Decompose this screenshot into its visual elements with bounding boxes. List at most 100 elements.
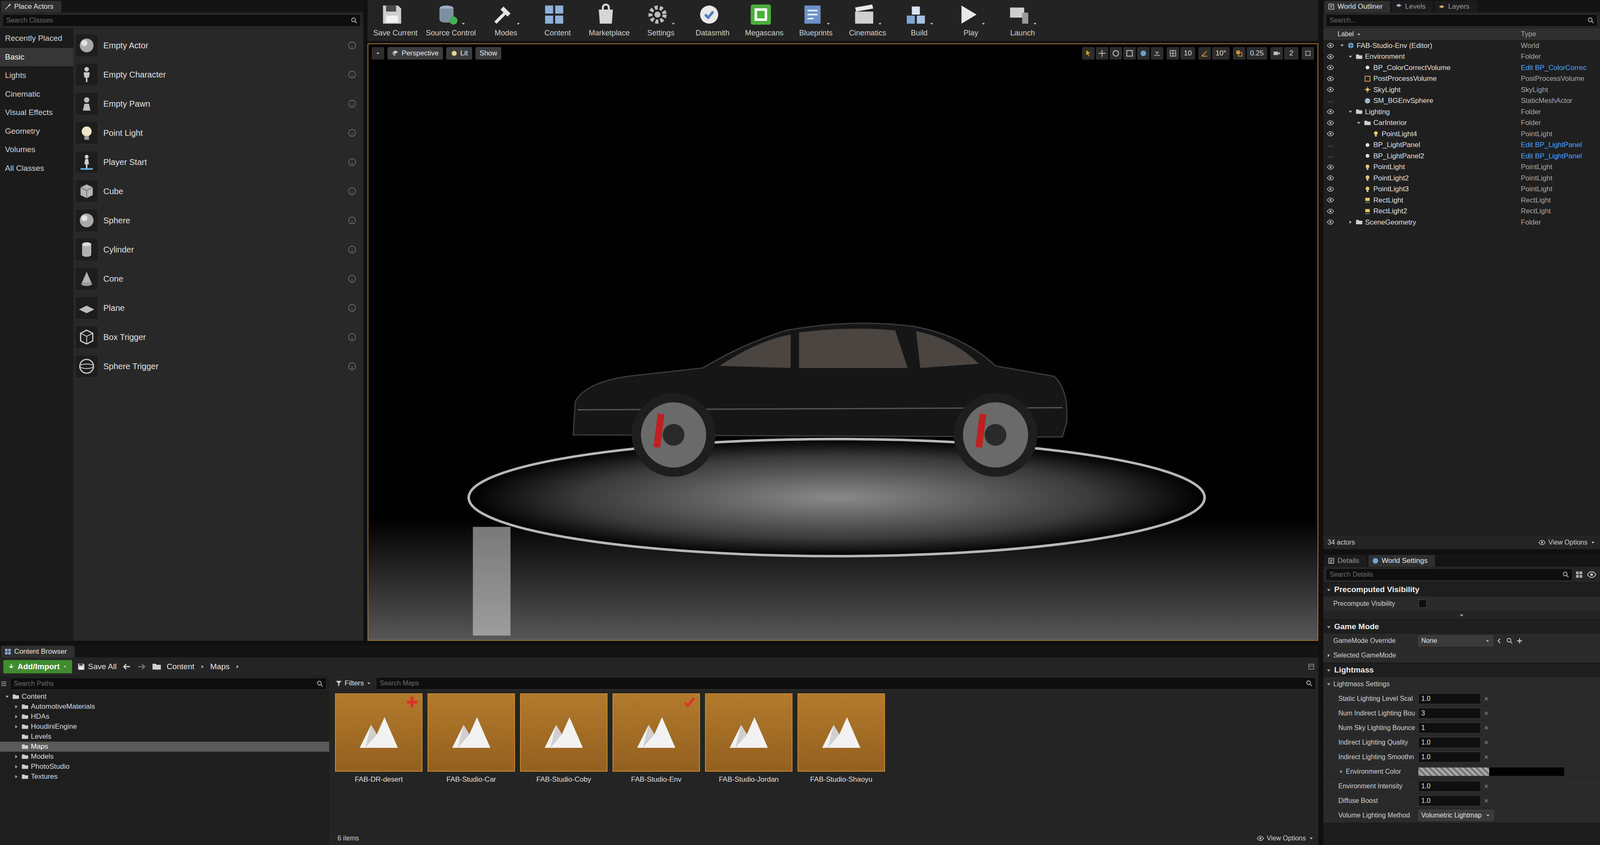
snap-toggle[interactable] <box>1166 47 1180 60</box>
outliner-row[interactable]: CarInteriorFolder <box>1323 117 1600 129</box>
tool-button[interactable] <box>1137 47 1150 60</box>
edit-blueprint-link[interactable]: Edit BP_LightPanel <box>1520 139 1600 151</box>
outliner-tab[interactable]: Layers <box>1434 0 1477 13</box>
outliner-row[interactable]: PostProcessVolumePostProcessVolume <box>1323 73 1600 85</box>
view-mode-button[interactable]: Perspective <box>387 47 443 60</box>
snap-value[interactable]: 10 <box>1180 47 1195 60</box>
snap-value[interactable]: 0.25 <box>1246 47 1268 60</box>
folder-item[interactable]: AutomotiveMaterials <box>0 701 330 712</box>
expand-toggle[interactable] <box>1347 53 1354 60</box>
actor-item[interactable]: Cube <box>75 176 360 206</box>
number-field[interactable] <box>1418 780 1481 792</box>
outliner-row[interactable]: LightingFolder <box>1323 106 1600 118</box>
content-browser-tab[interactable]: Content Browser <box>0 645 75 658</box>
category-item[interactable]: Visual Effects <box>0 103 74 123</box>
outliner-row[interactable]: EnvironmentFolder <box>1323 51 1600 63</box>
expand-toggle[interactable] <box>1355 120 1362 126</box>
path-search-input[interactable] <box>10 678 317 689</box>
folder-item[interactable]: Textures <box>0 771 330 782</box>
expand-toggle[interactable] <box>1347 219 1354 225</box>
expand-toggle[interactable] <box>13 703 20 710</box>
folder-item[interactable]: HDAs <box>0 711 330 722</box>
toolbar-button[interactable]: Launch <box>997 0 1048 41</box>
asset-tile[interactable]: FAB-Studio-Coby <box>520 693 608 785</box>
actor-item[interactable]: Empty Character <box>75 60 360 90</box>
expand-toggle[interactable] <box>13 753 20 760</box>
type-column-header[interactable]: Type <box>1520 28 1600 40</box>
expand-toggle[interactable] <box>1325 652 1332 659</box>
folder-item[interactable]: HoudiniEngine <box>0 721 330 732</box>
actor-item[interactable]: Cone <box>75 264 360 294</box>
visibility-toggle[interactable] <box>1323 174 1338 182</box>
visibility-toggle[interactable] <box>1323 185 1338 193</box>
category-item[interactable]: Cinematic <box>0 85 74 104</box>
visibility-toggle[interactable] <box>1323 41 1338 50</box>
section-header[interactable]: Precomputed Visibility <box>1323 582 1600 597</box>
view-options-button[interactable]: View Options <box>1538 537 1596 548</box>
outliner-row[interactable]: BP_LightPanel2Edit BP_LightPanel <box>1323 150 1600 162</box>
color-swatch[interactable] <box>1418 767 1565 776</box>
snap-value[interactable]: 2 <box>1284 47 1299 60</box>
visibility-toggle[interactable] <box>1323 130 1338 138</box>
number-field[interactable] <box>1418 707 1481 719</box>
section-header[interactable]: Game Mode <box>1323 619 1600 634</box>
number-field[interactable] <box>1418 737 1481 748</box>
asset-tile[interactable]: FAB-DR-desert <box>335 693 423 785</box>
toolbar-button[interactable]: Save Current <box>370 0 421 41</box>
section-header[interactable]: Lightmass <box>1323 662 1600 678</box>
toolbar-button[interactable]: Datasmith <box>687 0 738 41</box>
category-item[interactable]: Geometry <box>0 122 74 141</box>
outliner-row[interactable]: PointLight2PointLight <box>1323 172 1600 184</box>
actor-item[interactable]: Cylinder <box>75 235 360 265</box>
toolbar-button[interactable]: Build <box>894 0 945 41</box>
actor-item[interactable]: Player Start <box>75 147 360 177</box>
outliner-tab[interactable]: Levels <box>1391 0 1433 13</box>
toolbar-button[interactable]: Play <box>945 0 996 41</box>
toolbar-button[interactable]: Settings <box>635 0 686 41</box>
place-actors-tab[interactable]: Place Actors <box>0 0 62 13</box>
visibility-toggle[interactable] <box>1323 119 1338 127</box>
visibility-toggle[interactable] <box>1323 218 1338 226</box>
category-item[interactable]: Lights <box>0 66 74 85</box>
expand-toggle[interactable] <box>1338 768 1345 775</box>
toolbar-button[interactable]: Source Control <box>422 0 480 41</box>
visibility-toggle[interactable] <box>1323 207 1338 215</box>
outliner-tab[interactable]: World Outliner <box>1324 0 1390 13</box>
path-crumb[interactable]: Content <box>166 660 195 673</box>
snap-toggle[interactable] <box>1270 47 1283 60</box>
view-mode-button[interactable]: Lit <box>446 47 473 60</box>
filters-button[interactable]: Filters <box>333 677 372 689</box>
category-item[interactable]: Basic <box>0 47 74 67</box>
category-item[interactable]: Recently Placed <box>0 29 74 48</box>
outliner-row[interactable]: SM_BGEnvSphereStaticMeshActor <box>1323 95 1600 107</box>
asset-tile[interactable]: FAB-Studio-Shaoyu <box>797 693 885 785</box>
checkbox[interactable] <box>1418 599 1427 608</box>
tool-button[interactable] <box>1095 47 1109 60</box>
actor-item[interactable]: Empty Actor <box>75 30 360 60</box>
folder-item[interactable]: PhotoStudio <box>0 761 330 772</box>
outliner-row[interactable]: FAB-Studio-Env (Editor)World <box>1323 40 1600 52</box>
number-field[interactable] <box>1418 722 1481 734</box>
visibility-toggle[interactable] <box>1323 163 1338 171</box>
visibility-toggle[interactable] <box>1323 141 1338 149</box>
folder-item[interactable]: Maps <box>0 741 330 752</box>
snap-control[interactable]: 0.25 <box>1232 47 1268 60</box>
viewport[interactable]: PerspectiveLitShow1010°0.252 <box>367 43 1319 641</box>
visibility-toggle[interactable] <box>1323 63 1338 72</box>
details-tab[interactable]: Details <box>1324 555 1367 567</box>
view-options-button[interactable]: View Options <box>1256 833 1315 844</box>
tool-button[interactable] <box>1109 47 1123 60</box>
visibility-toggle[interactable] <box>1323 107 1338 116</box>
tool-button[interactable] <box>1123 47 1136 60</box>
outliner-row[interactable]: SkyLightSkyLight <box>1323 84 1600 96</box>
class-search-input[interactable] <box>2 15 351 26</box>
snap-toggle[interactable] <box>1232 47 1246 60</box>
actor-item[interactable]: Point Light <box>75 118 360 148</box>
actor-item[interactable]: Plane <box>75 293 360 323</box>
expand-toggle[interactable] <box>13 763 20 770</box>
snap-control[interactable]: 10° <box>1198 47 1230 60</box>
visibility-toggle[interactable] <box>1323 97 1338 105</box>
asset-tile[interactable]: FAB-Studio-Jordan <box>705 693 793 785</box>
expand-toggle[interactable] <box>13 713 20 720</box>
details-search-input[interactable] <box>1326 569 1563 580</box>
